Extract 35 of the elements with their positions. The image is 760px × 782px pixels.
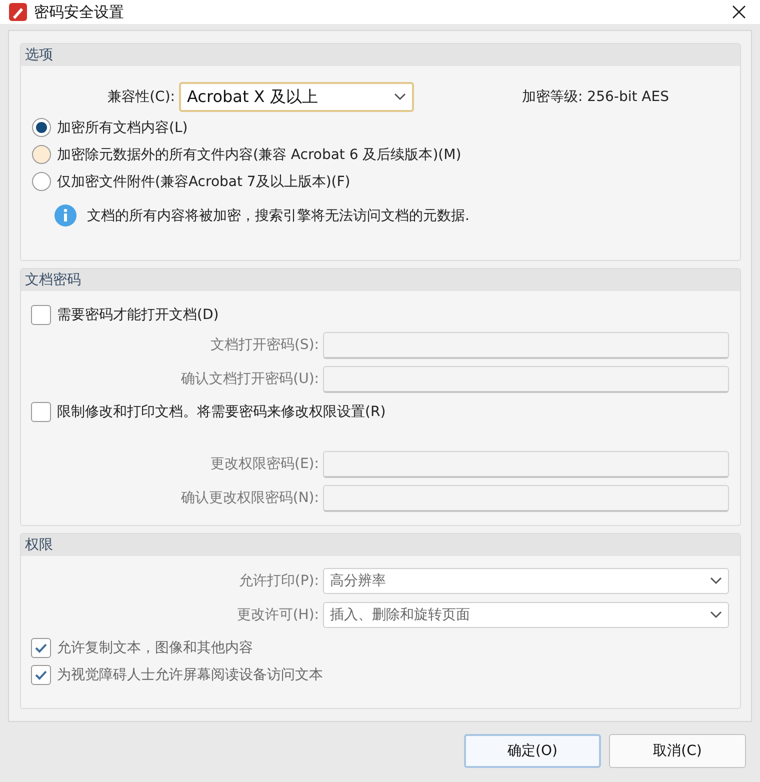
checkbox-label: 限制修改和打印文档。将需要密码来修改权限设置(R) [57, 402, 386, 420]
field-label: 确认更改权限密码(N): [180, 489, 320, 507]
close-icon [732, 5, 746, 19]
info-text: 文档的所有内容将被加密，搜索引擎将无法访问文档的元数据. [87, 206, 470, 224]
field-label: 更改权限密码(E): [210, 455, 320, 473]
info-icon [54, 204, 77, 227]
select-label: 更改许可(H): [236, 606, 320, 624]
section-heading: 文档密码 [21, 269, 740, 291]
checkmark-icon [35, 670, 47, 680]
compatibility-select[interactable]: Acrobat X 及以上 [179, 82, 414, 112]
checkbox-label: 需要密码才能打开文档(D) [57, 306, 219, 324]
compatibility-label: 兼容性(C): [106, 88, 176, 106]
checkbox[interactable] [31, 402, 51, 422]
section-heading: 权限 [21, 534, 740, 556]
encryption-level: 加密等级: 256-bit AES [522, 88, 669, 106]
select-label: 允许打印(P): [238, 572, 320, 590]
chevron-down-icon [394, 93, 406, 101]
radio-label: 加密所有文档内容(L) [57, 118, 188, 136]
radio-label: 加密除元数据外的所有文件内容(兼容 Acrobat 6 及后续版本)(M) [57, 146, 462, 164]
radio-label: 仅加密文件附件(兼容Acrobat 7及以上版本)(F) [57, 172, 350, 190]
checkbox-label: 为视觉障碍人士允许屏幕阅读设备访问文本 [57, 666, 323, 684]
checkbox-label: 允许复制文本，图像和其他内容 [57, 638, 253, 656]
field-label: 确认文档打开密码(U): [180, 370, 320, 388]
checkbox[interactable] [31, 304, 51, 324]
checkmark-icon [35, 642, 47, 652]
chevron-down-icon [710, 611, 722, 619]
chevron-down-icon [710, 577, 722, 585]
cancel-button[interactable]: 取消(C) [609, 734, 746, 768]
section-heading: 选项 [21, 44, 740, 66]
radio-button[interactable] [32, 118, 51, 137]
radio-button[interactable] [32, 145, 51, 164]
ok-button[interactable]: 确定(O) [464, 734, 601, 768]
field-label: 文档打开密码(S): [209, 336, 320, 354]
window-title: 密码安全设置 [34, 2, 125, 22]
radio-button[interactable] [32, 172, 51, 191]
